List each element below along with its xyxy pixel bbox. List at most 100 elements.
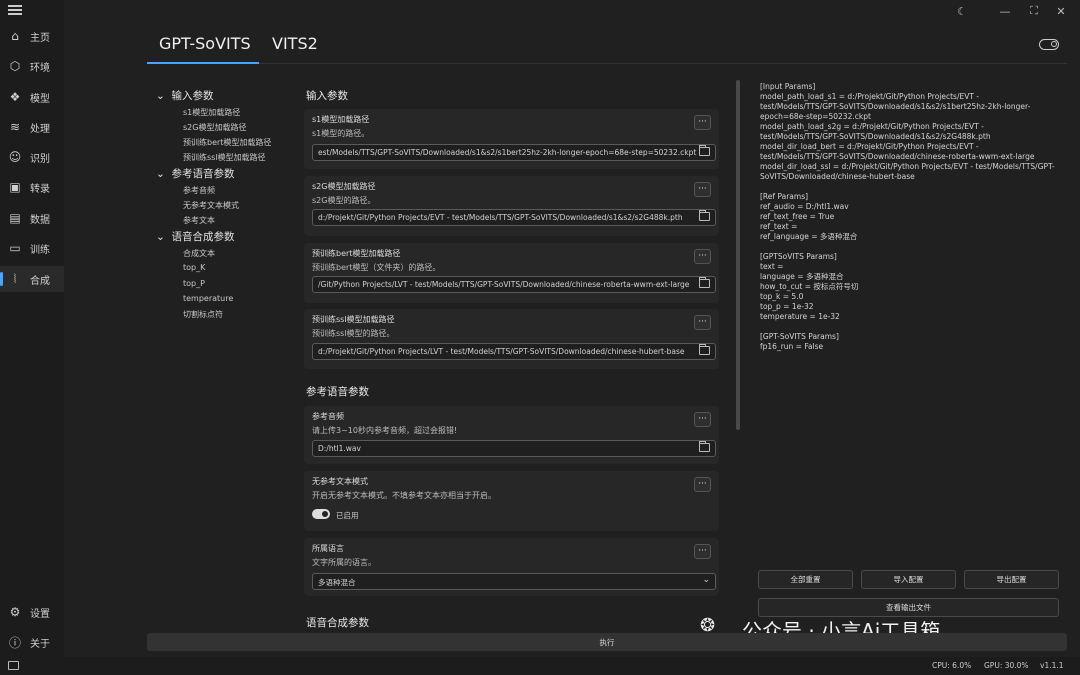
tree-item[interactable]: top_K — [183, 263, 205, 272]
moon-icon[interactable]: ☾ — [951, 2, 973, 20]
sidebar-item-label: 环境 — [30, 62, 50, 74]
card-desc: 预训练ssl模型的路径。 — [312, 329, 395, 338]
no-ref-toggle[interactable] — [312, 509, 330, 519]
tab-vits2[interactable]: VITS2 — [272, 34, 318, 53]
ssl-path-field[interactable]: d:/Projekt/Git/Python Projects/LVT - tes… — [312, 343, 716, 360]
settings-scrollbar[interactable] — [736, 80, 740, 430]
language-select[interactable]: 多语种混合 ⌄ — [312, 573, 716, 590]
tree-group-ref[interactable]: ⌄ 参考语音参数 — [156, 166, 234, 181]
tab-gpt-sovits[interactable]: GPT-SoVITS — [159, 34, 251, 53]
version-label: v1.1.1 — [1040, 661, 1064, 670]
section-title-synth: 语音合成参数 — [306, 617, 369, 628]
more-button[interactable]: ··· — [694, 315, 711, 330]
tree-item[interactable]: 合成文本 — [183, 248, 215, 259]
sidebar-item-label: 识别 — [30, 153, 50, 165]
maximize-icon[interactable]: ⛶ — [1023, 2, 1045, 20]
close-icon[interactable]: ✕ — [1050, 2, 1072, 20]
tree-group-synth[interactable]: ⌄ 语音合成参数 — [156, 229, 234, 244]
card-title: 无参考文本模式 — [312, 477, 368, 486]
card-desc: 请上传3~10秒内参考音频，超过会报错! — [312, 426, 458, 435]
waveform-icon: ≋ — [9, 120, 21, 134]
card-desc: 预训练bert模型（文件夹）的路径。 — [312, 263, 441, 272]
tree-item[interactable]: temperature — [183, 294, 233, 303]
cpu-usage: CPU: 6.0% — [932, 661, 972, 670]
sidebar-item-label: 模型 — [30, 93, 50, 105]
s1-path-field[interactable]: est/Models/TTS/GPT-SoVITS/Downloaded/s1&… — [312, 144, 716, 161]
folder-icon[interactable] — [699, 210, 710, 221]
tree-item[interactable]: s1模型加载路径 — [183, 107, 240, 118]
card-title: 预训练ssl模型加载路径 — [312, 315, 395, 324]
export-config-button[interactable]: 导出配置 — [964, 570, 1059, 589]
sidebar: ⌂ 主页 ⬡ 环境 ❖ 模型 ≋ 处理 ☺ 识别 ▣ 转录 ▤ 数据 ▭ 训练 ⦚ 合成 ⚙ 设置 … — [0, 0, 64, 675]
sidebar-item-label: 设置 — [30, 608, 50, 620]
ssl-path-card: 预训练ssl模型加载路径 预训练ssl模型的路径。 ··· d:/Projekt… — [304, 309, 719, 369]
card-title: 预训练bert模型加载路径 — [312, 249, 401, 258]
minimize-icon[interactable]: — — [994, 2, 1016, 20]
more-button[interactable]: ··· — [694, 412, 711, 427]
sidebar-item-process[interactable]: ≋ 处理 — [0, 114, 64, 140]
sidebar-item-env[interactable]: ⬡ 环境 — [0, 53, 64, 79]
folder-icon[interactable] — [699, 441, 710, 452]
sidebar-item-data[interactable]: ▤ 数据 — [0, 205, 64, 231]
info-icon: ⓘ — [8, 635, 21, 650]
card-title: s2G模型加载路径 — [312, 182, 376, 191]
tree-item[interactable]: 参考音频 — [183, 185, 215, 196]
card-desc: s2G模型的路径。 — [312, 196, 376, 205]
folder-icon[interactable] — [699, 344, 710, 355]
tree-item[interactable]: 预训练ssl模型加载路径 — [183, 152, 266, 163]
more-button[interactable]: ··· — [694, 115, 711, 130]
chevron-down-icon: ⌄ — [702, 575, 710, 585]
ref-audio-field[interactable]: D:/htl1.wav — [312, 440, 716, 457]
cube-icon: ⬡ — [9, 59, 21, 73]
sidebar-item-recognize[interactable]: ☺ 识别 — [0, 144, 64, 170]
run-button[interactable]: 执行 — [147, 633, 1067, 651]
tree-item[interactable]: 预训练bert模型加载路径 — [183, 137, 271, 148]
toggle-icon[interactable] — [1039, 39, 1059, 50]
sidebar-item-label: 训练 — [30, 244, 50, 256]
sidebar-item-model[interactable]: ❖ 模型 — [0, 84, 64, 110]
s2g-path-field[interactable]: d:/Projekt/Git/Python Projects/EVT - tes… — [312, 209, 716, 226]
tab-divider — [147, 63, 1067, 64]
more-button[interactable]: ··· — [694, 477, 711, 492]
toggle-label: 已启用 — [336, 511, 359, 520]
sidebar-item-label: 关于 — [30, 638, 50, 650]
language-card: 所属语言 文字所属的语言。 ··· 多语种混合 ⌄ — [304, 538, 719, 596]
tree-item[interactable]: 切割标点符 — [183, 309, 223, 320]
data-icon: ▤ — [9, 211, 21, 225]
reset-all-button[interactable]: 全部重置 — [758, 570, 853, 589]
tree-item[interactable]: 参考文本 — [183, 215, 215, 226]
tree-group-input[interactable]: ⌄ 输入参数 — [156, 88, 213, 103]
gear-icon: ⚙ — [9, 605, 21, 619]
import-config-button[interactable]: 导入配置 — [861, 570, 956, 589]
folder-icon[interactable] — [699, 145, 710, 156]
hamburger-icon[interactable] — [8, 5, 22, 15]
sidebar-item-train[interactable]: ▭ 训练 — [0, 235, 64, 261]
sidebar-item-synth[interactable]: ⦚ 合成 — [0, 266, 64, 292]
sidebar-item-settings[interactable]: ⚙ 设置 — [0, 599, 64, 625]
sidebar-item-label: 处理 — [30, 123, 50, 135]
sidebar-item-home[interactable]: ⌂ 主页 — [0, 23, 64, 49]
sidebar-item-about[interactable]: ⓘ 关于 — [0, 629, 64, 655]
more-button[interactable]: ··· — [694, 249, 711, 264]
card-desc: 文字所属的语言。 — [312, 558, 376, 567]
more-button[interactable]: ··· — [694, 544, 711, 559]
transcribe-icon: ▣ — [9, 180, 21, 194]
terminal-icon[interactable] — [8, 661, 19, 670]
no-ref-text-card: 无参考文本模式 开启无参考文本模式。不填参考文本亦相当于开启。 ··· 已启用 — [304, 471, 719, 531]
s1-path-card: s1模型加载路径 s1模型的路径。 ··· est/Models/TTS/GPT… — [304, 109, 719, 169]
card-desc: 开启无参考文本模式。不填参考文本亦相当于开启。 — [312, 491, 496, 500]
s2g-path-card: s2G模型加载路径 s2G模型的路径。 ··· d:/Projekt/Git/P… — [304, 176, 719, 236]
ref-audio-card: 参考音频 请上传3~10秒内参考音频，超过会报错! ··· D:/htl1.wa… — [304, 406, 719, 464]
home-icon: ⌂ — [11, 29, 19, 43]
tree-item[interactable]: 无参考文本模式 — [183, 200, 239, 211]
section-title-ref: 参考语音参数 — [306, 386, 369, 398]
folder-icon[interactable] — [699, 277, 710, 288]
sidebar-item-transcribe[interactable]: ▣ 转录 — [0, 174, 64, 200]
more-button[interactable]: ··· — [694, 182, 711, 197]
tree-item[interactable]: s2G模型加载路径 — [183, 122, 246, 133]
bert-path-card: 预训练bert模型加载路径 预训练bert模型（文件夹）的路径。 ··· /Gi… — [304, 243, 719, 303]
tree-item[interactable]: top_P — [183, 279, 205, 288]
card-title: 参考音频 — [312, 412, 344, 421]
bert-path-field[interactable]: /Git/Python Projects/LVT - test/Models/T… — [312, 276, 716, 293]
settings-panel: 输入参数 s1模型加载路径 s1模型的路径。 ··· est/Models/TT… — [296, 78, 726, 628]
